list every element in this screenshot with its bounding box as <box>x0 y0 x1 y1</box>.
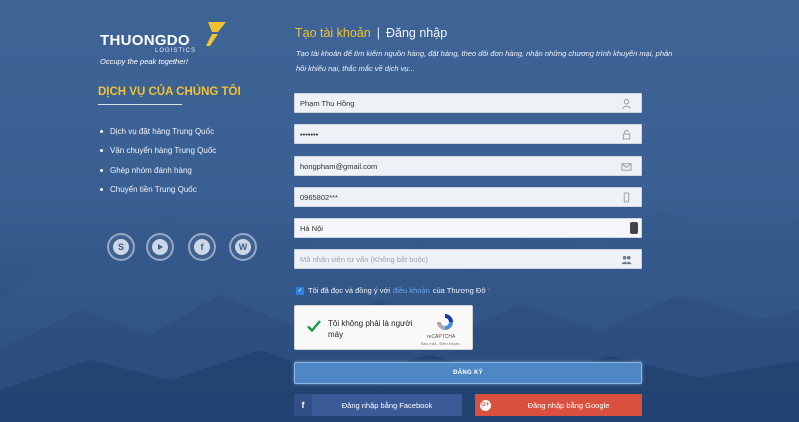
facebook-icon: f <box>194 239 210 255</box>
facebook-login-button[interactable]: f Đăng nhập bằng Facebook <box>294 394 462 416</box>
bullet-icon <box>100 130 103 133</box>
youtube-link[interactable] <box>146 233 174 261</box>
facebook-icon: f <box>294 394 312 416</box>
phone-input[interactable]: 0965802*** <box>294 187 642 207</box>
service-item[interactable]: Ghép nhóm đánh hàng <box>98 166 216 185</box>
facebook-login-label: Đăng nhập bằng Facebook <box>341 400 433 410</box>
user-icon <box>622 98 631 109</box>
required-mark: * <box>487 286 491 295</box>
consultant-code-placeholder: Mã nhân viên tư vấn (Không bắt buộc) <box>300 254 429 264</box>
agree-prefix: Tôi đã đọc và đồng ý với <box>308 286 391 295</box>
users-icon <box>621 255 632 265</box>
service-item-label: Dịch vụ đặt hàng Trung Quốc <box>110 127 215 136</box>
password-value: ••••••• <box>300 129 319 139</box>
skype-icon: S <box>113 239 129 255</box>
tab-register[interactable]: Tạo tài khoản <box>295 26 371 40</box>
mail-icon <box>621 163 632 171</box>
recaptcha-widget[interactable]: Tôi không phải là người máy reCAPTCHA Bả… <box>294 305 473 350</box>
service-item-label: Chuyển tiền Trung Quốc <box>110 184 197 194</box>
google-login-label: Đăng nhập bằng Google <box>527 400 610 410</box>
email-input[interactable]: hongpham@gmail.com <box>294 156 642 176</box>
select-arrows-icon <box>630 222 638 234</box>
terms-link[interactable]: điều khoản <box>393 286 430 295</box>
facebook-link[interactable]: f <box>188 233 216 261</box>
brand-logo[interactable]: THUONGDO LOGISTICS Occupy the peak toget… <box>100 22 230 66</box>
checkmark-icon <box>307 320 321 333</box>
services-divider <box>98 104 182 105</box>
fullname-input[interactable]: Phạm Thu Hồng <box>294 93 642 113</box>
intro-text: Tạo tài khoản để tìm kiếm nguồn hàng, đặ… <box>296 49 673 73</box>
phone-icon <box>623 192 630 203</box>
agree-suffix: của Thương Đô <box>432 286 486 295</box>
phone-value: 0965802*** <box>300 192 338 202</box>
recaptcha-terms[interactable]: Bảo mật - Điều khoản <box>421 341 460 346</box>
recaptcha-logo-icon <box>437 314 453 330</box>
logo-mark-icon <box>206 22 226 46</box>
service-item[interactable]: Dịch vụ đặt hàng Trung Quốc <box>98 127 216 146</box>
service-item-label: Ghép nhóm đánh hàng <box>110 165 192 175</box>
google-plus-icon: G+ <box>479 399 491 411</box>
auth-tabs: Tạo tài khoản | Đăng nhập <box>295 26 447 40</box>
services-list: Dịch vụ đặt hàng Trung Quốc Vận chuyển h… <box>98 127 216 204</box>
password-input[interactable]: ••••••• <box>294 124 642 144</box>
service-item[interactable]: Chuyển tiền Trung Quốc <box>98 185 216 204</box>
agree-checkbox[interactable]: ✓ <box>296 286 304 295</box>
whatsapp-link[interactable]: W <box>229 233 257 261</box>
recaptcha-brand: reCAPTCHA <box>427 334 456 340</box>
google-login-button[interactable]: G+ Đăng nhập bằng Google <box>475 394 642 416</box>
youtube-icon <box>152 239 168 255</box>
skype-link[interactable]: S <box>107 233 135 261</box>
city-select[interactable]: Hà Nội <box>294 218 642 238</box>
lock-icon <box>622 129 631 140</box>
whatsapp-icon: W <box>235 239 251 255</box>
tab-login[interactable]: Đăng nhập <box>386 26 447 40</box>
terms-agreement: ✓ Tôi đã đọc và đồng ý với điều khoản củ… <box>296 286 490 295</box>
email-value: hongpham@gmail.com <box>300 161 378 171</box>
google-plus-icon-wrap: G+ <box>475 394 495 416</box>
brand-name: THUONGDO <box>100 32 190 49</box>
brand-slogan: Occupy the peak together! <box>100 57 188 66</box>
brand-subtitle: LOGISTICS <box>155 48 197 54</box>
recaptcha-label: Tôi không phải là người máy <box>328 319 413 339</box>
fullname-value: Phạm Thu Hồng <box>300 98 355 108</box>
tab-separator: | <box>376 26 380 40</box>
bullet-icon <box>100 168 103 172</box>
consultant-code-input[interactable]: Mã nhân viên tư vấn (Không bắt buộc) <box>294 249 642 269</box>
bullet-icon <box>100 187 103 191</box>
city-selected-value: Hà Nội <box>300 223 323 233</box>
register-button[interactable]: ĐĂNG KÝ <box>294 362 642 384</box>
service-item[interactable]: Vận chuyển hàng Trung Quốc <box>98 146 216 165</box>
bullet-icon <box>100 149 103 153</box>
service-item-label: Vận chuyển hàng Trung Quốc <box>110 146 217 156</box>
services-title: DỊCH VỤ CỦA CHÚNG TÔI <box>98 86 241 98</box>
